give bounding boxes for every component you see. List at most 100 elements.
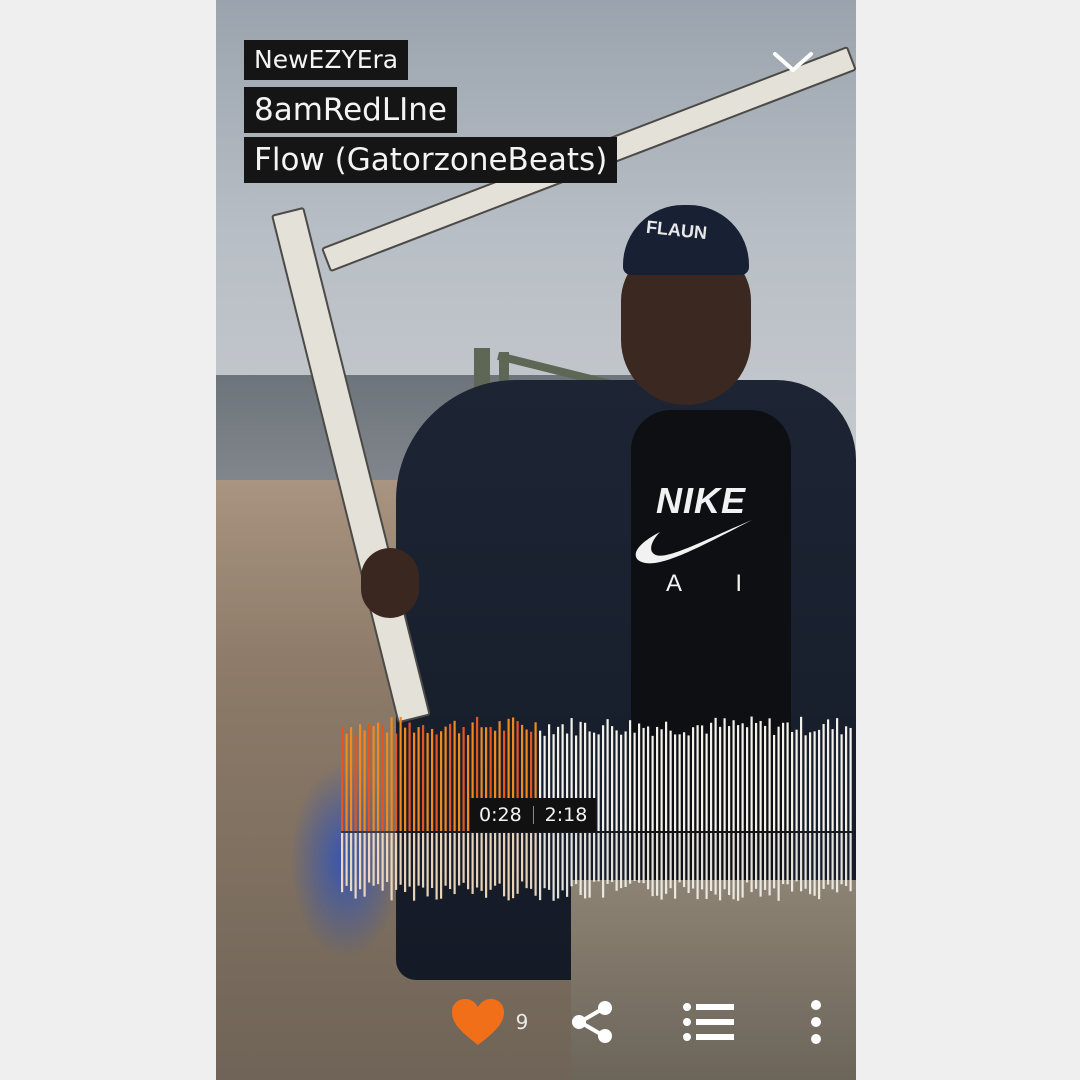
waveform-bar <box>773 734 776 831</box>
waveform-bar <box>804 735 807 831</box>
waveform-bar <box>728 726 731 831</box>
time-display: 0:28 2:18 <box>470 798 597 832</box>
waveform-bar <box>656 726 659 831</box>
waveform-bar-reflection <box>728 833 731 896</box>
waveform-bar <box>386 732 389 831</box>
waveform-bar <box>404 727 407 831</box>
waveform-bar-reflection <box>602 833 605 898</box>
waveform-bar <box>750 716 753 831</box>
waveform-bar-reflection <box>435 833 438 900</box>
waveform-bar <box>368 722 371 831</box>
waveform-bar <box>341 726 344 831</box>
waveform-bar <box>683 732 686 831</box>
waveform-bar <box>462 726 465 831</box>
waveform-bar-reflection <box>822 833 825 889</box>
waveform-bar <box>831 729 834 831</box>
track-title-line1: 8amRedLIne <box>244 87 457 133</box>
waveform-bar-reflection <box>723 833 726 890</box>
waveform-bar-reflection <box>377 833 380 885</box>
waveform-bar <box>467 735 470 831</box>
waveform-bar-reflection <box>845 833 848 887</box>
waveform-bar-reflection <box>570 833 573 887</box>
waveform-bar <box>674 734 677 831</box>
waveform-bar-reflection <box>750 833 753 893</box>
waveform-bar-reflection <box>579 833 582 895</box>
waveform-bar <box>813 731 816 831</box>
waveform-bar-reflection <box>737 833 740 901</box>
time-separator <box>532 806 534 824</box>
waveform-bar-reflection <box>732 833 735 900</box>
artist-name[interactable]: NewEZYEra <box>244 40 409 80</box>
swoosh-icon <box>635 520 752 564</box>
waveform-bar-reflection <box>755 833 758 889</box>
waveform-bar-reflection <box>773 833 776 889</box>
waveform-bar <box>741 723 744 831</box>
waveform-bar-reflection <box>440 833 443 899</box>
player-screen: NIKE A I FLAUN NewEZYEra 8amRedLIne Flow… <box>216 0 856 1080</box>
waveform-bar-reflection <box>786 833 789 885</box>
waveform-bar <box>381 724 384 831</box>
waveform-bar <box>660 729 663 831</box>
waveform-bar-reflection <box>561 833 564 891</box>
waveform-bar-reflection <box>575 833 578 885</box>
waveform-bar-reflection <box>642 833 645 884</box>
waveform-bar-reflection <box>674 833 677 899</box>
share-button[interactable] <box>564 990 620 1054</box>
waveform-bar <box>705 733 708 831</box>
waveform-bar <box>399 716 402 831</box>
more-options-button[interactable] <box>801 990 831 1054</box>
waveform-bar <box>822 724 825 831</box>
waveform-bar-reflection <box>597 833 600 882</box>
waveform-bar <box>624 731 627 831</box>
waveform-bar <box>345 733 348 831</box>
waveform-bar-reflection <box>746 833 749 883</box>
waveform-bar-reflection <box>584 833 587 899</box>
waveform-bar-reflection <box>539 833 542 901</box>
waveform-bar-reflection <box>683 833 686 888</box>
waveform-bar <box>746 727 749 831</box>
waveform-bar-reflection <box>350 833 353 892</box>
waveform-bar-reflection <box>381 833 384 891</box>
waveform-bar-reflection <box>827 833 830 885</box>
waveform-bar-reflection <box>777 833 780 901</box>
chevron-down-icon[interactable] <box>771 48 815 76</box>
waveform-bar <box>692 727 695 831</box>
playlist-icon <box>683 1003 734 1041</box>
waveform-bar-reflection <box>813 833 816 896</box>
waveform-bar-reflection <box>467 833 470 890</box>
waveform-bar <box>665 721 668 831</box>
waveform-bar-reflection <box>386 833 389 883</box>
artwork-shirt-sub: A I <box>666 570 767 597</box>
waveform-bar-reflection <box>408 833 411 887</box>
waveform-bar-reflection <box>458 833 461 886</box>
waveform-bar-reflection <box>660 833 663 900</box>
waveform-bar <box>390 717 393 831</box>
waveform-bar <box>791 731 794 831</box>
waveform-bar <box>602 725 605 831</box>
waveform-bar-reflection <box>849 833 852 892</box>
queue-button[interactable] <box>679 990 739 1054</box>
waveform-bar-reflection <box>759 833 762 897</box>
like-button[interactable]: 9 <box>434 990 544 1054</box>
waveform-bar-reflection <box>633 833 636 882</box>
waveform-bar <box>764 725 767 831</box>
waveform-bar-reflection <box>552 833 555 901</box>
waveform-bar-reflection <box>714 833 717 895</box>
duration: 2:18 <box>544 804 588 826</box>
waveform-bar <box>737 725 740 831</box>
waveform-bar-reflection <box>768 833 771 896</box>
action-bar: 9 <box>216 990 856 1060</box>
current-time: 0:28 <box>479 804 522 826</box>
waveform-bar-reflection <box>453 833 456 895</box>
waveform-bar <box>687 735 690 831</box>
waveform-bar-reflection <box>593 833 596 882</box>
waveform-bar <box>372 726 375 831</box>
waveform-bar-reflection <box>507 833 510 901</box>
waveform-bar <box>755 722 758 831</box>
waveform-bar-reflection <box>629 833 632 884</box>
waveform-bar-reflection <box>638 833 641 883</box>
waveform-scrubber[interactable] <box>341 705 856 905</box>
waveform-bar <box>845 726 848 831</box>
waveform-bar-reflection <box>710 833 713 891</box>
waveform-bar <box>777 726 780 831</box>
